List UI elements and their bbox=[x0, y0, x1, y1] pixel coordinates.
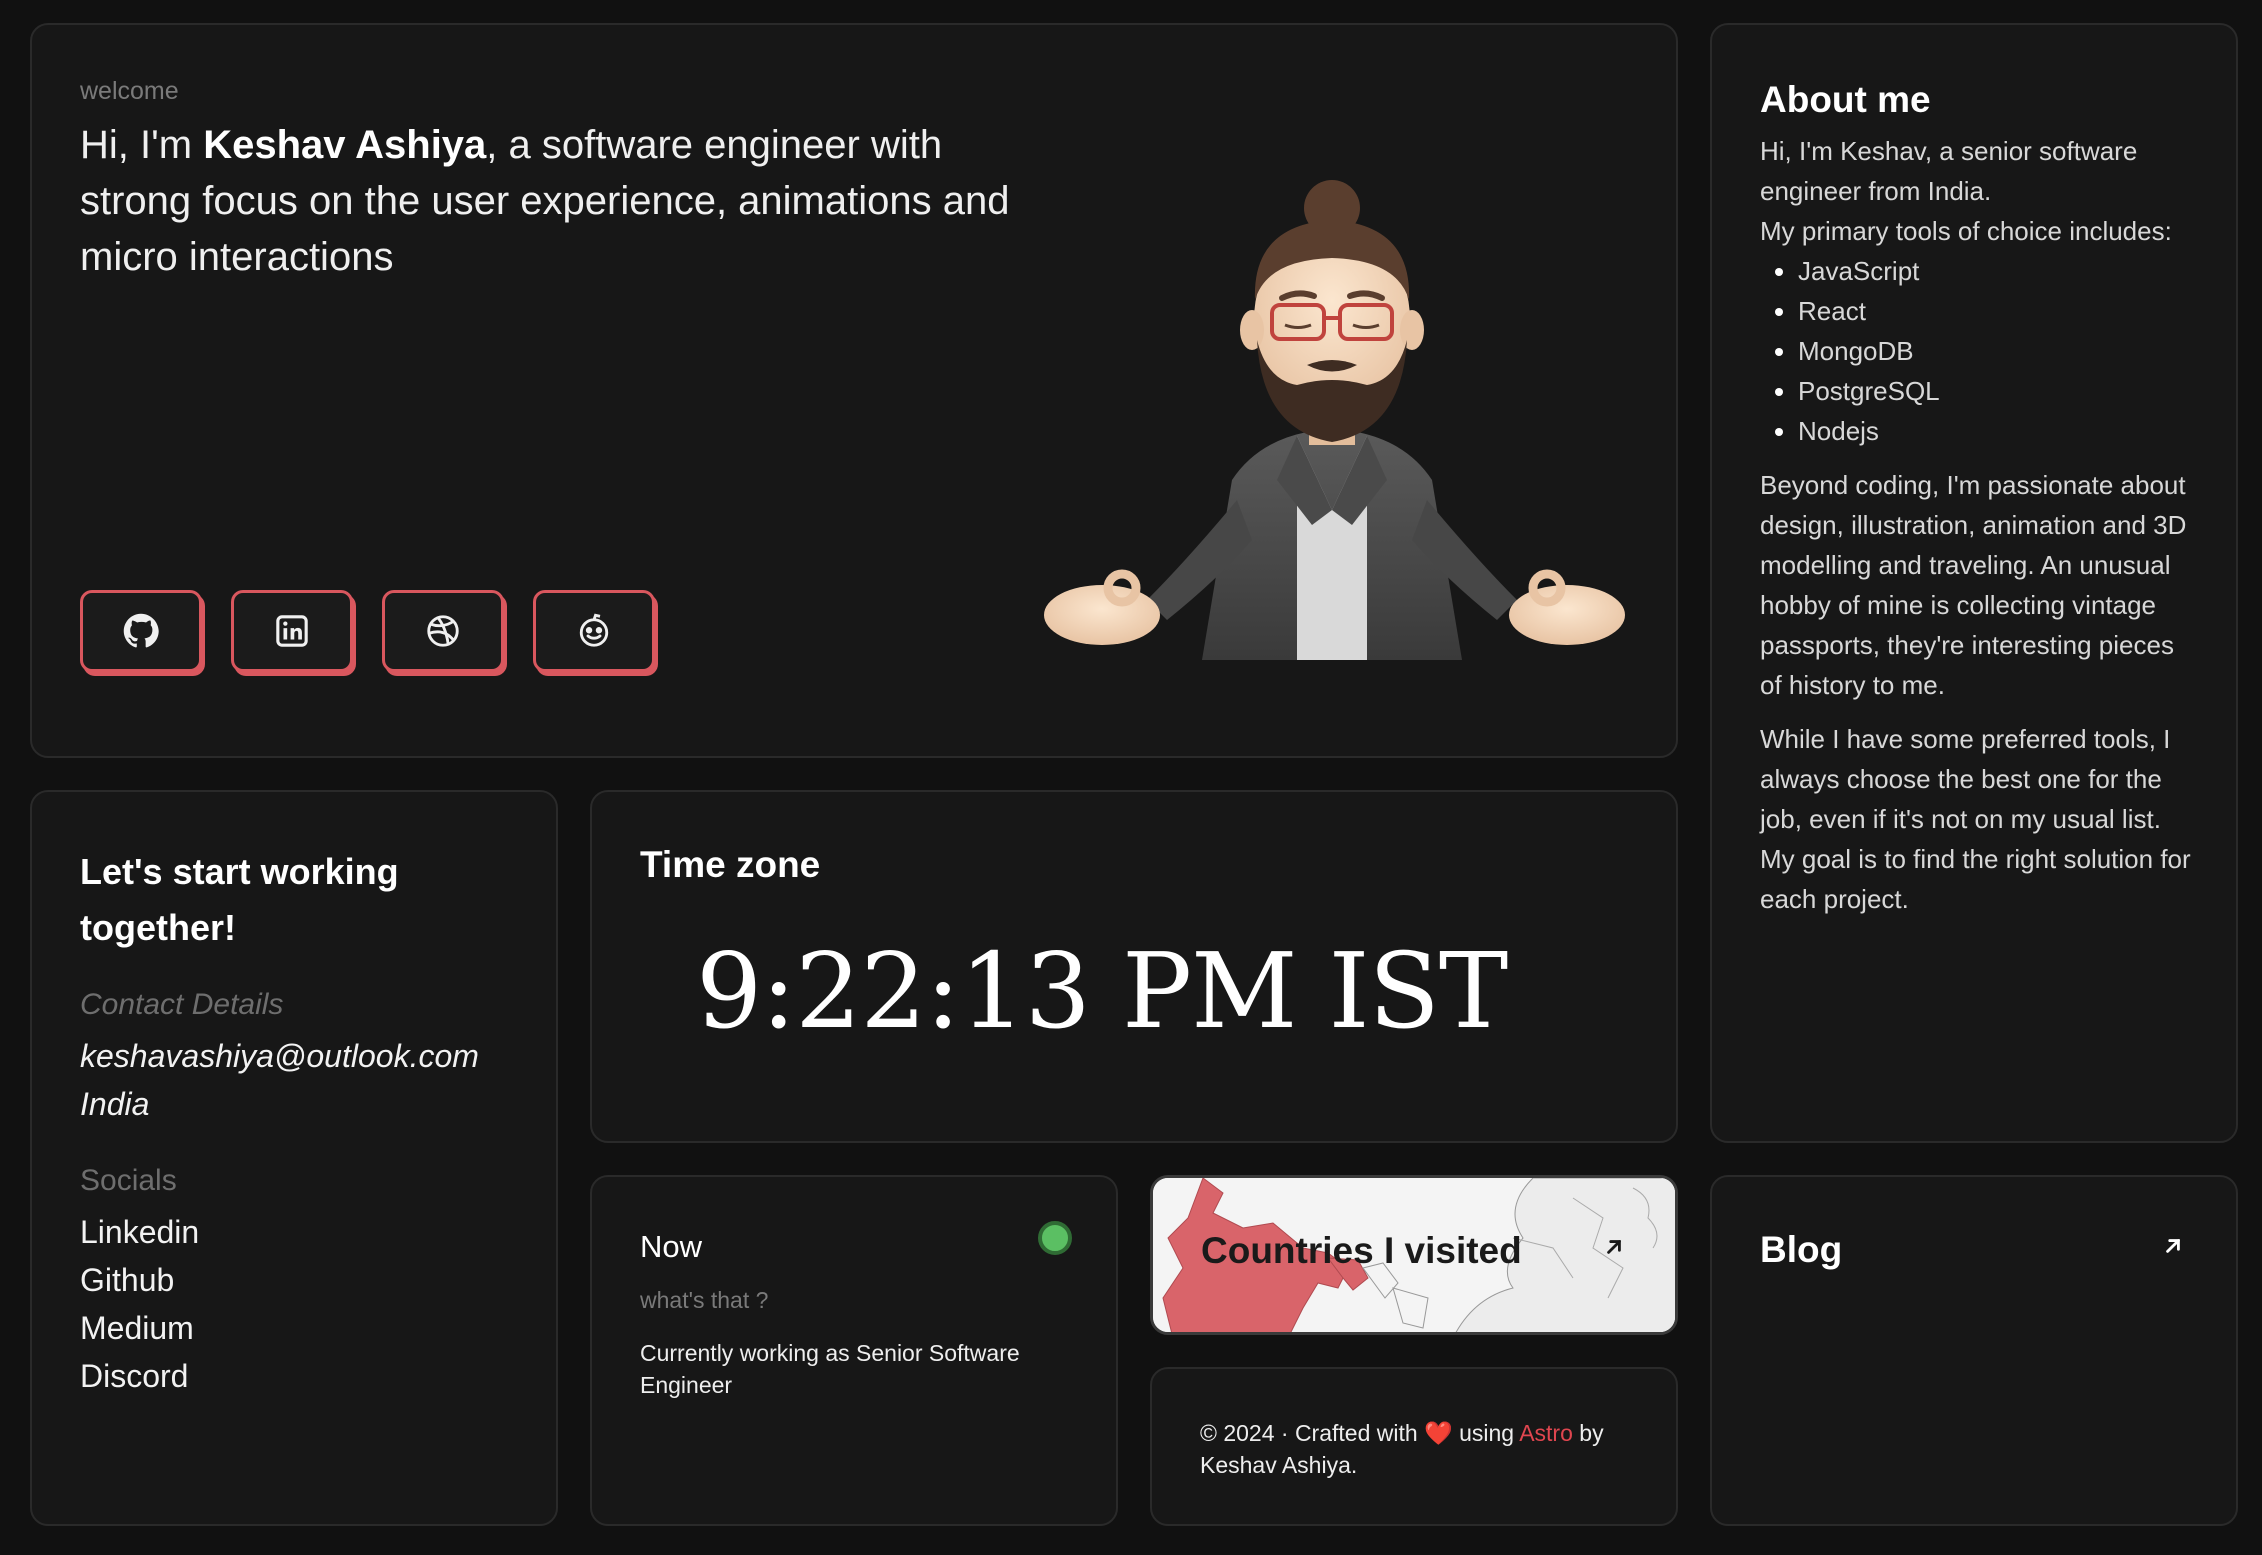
social-link-medium[interactable]: Medium bbox=[80, 1304, 199, 1352]
contact-email[interactable]: keshavashiya@outlook.com bbox=[80, 1032, 479, 1080]
tool-item: MongoDB bbox=[1798, 331, 2200, 371]
about-p4: While I have some preferred tools, I alw… bbox=[1760, 724, 2191, 914]
timezone-card: Time zone 9:22:13 PM IST bbox=[590, 790, 1678, 1143]
socials-label: Socials bbox=[80, 1164, 177, 1197]
tools-list: JavaScript React MongoDB PostgreSQL Node… bbox=[1760, 251, 2200, 451]
footer-text: © 2024 · Crafted with ❤️ using Astro by … bbox=[1200, 1417, 1640, 1481]
contact-title: Let's start working together! bbox=[80, 851, 399, 948]
social-link-github[interactable]: Github bbox=[80, 1256, 199, 1304]
intro-prefix: Hi, I'm bbox=[80, 123, 204, 167]
about-p1-text: Hi, I'm Keshav, a senior software engine… bbox=[1760, 136, 2138, 206]
status-dot bbox=[1038, 1221, 1072, 1255]
countries-title: Countries I visited bbox=[1201, 1230, 1522, 1271]
contact-details-label: Contact Details bbox=[80, 988, 284, 1021]
blog-title: Blog bbox=[1760, 1229, 1843, 1270]
footer-prefix: © 2024 · Crafted with bbox=[1200, 1420, 1418, 1446]
linkedin-icon bbox=[276, 615, 308, 647]
blog-card[interactable]: Blog bbox=[1710, 1175, 2238, 1526]
heart-icon: ❤️ bbox=[1424, 1420, 1453, 1446]
about-p2-text: My primary tools of choice includes: bbox=[1760, 216, 2172, 246]
linkedin-button[interactable] bbox=[231, 590, 353, 672]
arrow-up-right-icon bbox=[1607, 1240, 1621, 1254]
contact-details: Contact Details keshavashiya@outlook.com… bbox=[80, 988, 479, 1128]
github-button[interactable] bbox=[80, 590, 202, 672]
socials-list: Socials Linkedin Github Medium Discord bbox=[80, 1164, 199, 1400]
reddit-icon bbox=[579, 613, 609, 647]
about-p3: Beyond coding, I'm passionate about desi… bbox=[1760, 470, 2187, 700]
tool-item: PostgreSQL bbox=[1798, 371, 2200, 411]
now-subtitle: what's that ? bbox=[640, 1287, 769, 1313]
countries-card[interactable]: Countries I visited bbox=[1150, 1175, 1678, 1335]
footer-card: © 2024 · Crafted with ❤️ using Astro by … bbox=[1150, 1367, 1678, 1526]
memoji-avatar bbox=[1027, 180, 1642, 700]
now-card: Now what's that ? Currently working as S… bbox=[590, 1175, 1118, 1526]
social-link-linkedin[interactable]: Linkedin bbox=[80, 1208, 199, 1256]
tool-item: Nodejs bbox=[1798, 411, 2200, 451]
github-icon bbox=[123, 613, 159, 648]
social-link-discord[interactable]: Discord bbox=[80, 1352, 199, 1400]
tool-item: JavaScript bbox=[1798, 251, 2200, 291]
hero-intro: Hi, I'm Keshav Ashiya, a software engine… bbox=[80, 117, 1040, 285]
about-title: About me bbox=[1760, 79, 1931, 120]
contact-card: Let's start working together! Contact De… bbox=[30, 790, 558, 1526]
timezone-title: Time zone bbox=[640, 844, 821, 885]
now-title: Now bbox=[640, 1229, 703, 1264]
dribbble-button[interactable] bbox=[382, 590, 504, 672]
about-p1: Hi, I'm Keshav, a senior software engine… bbox=[1760, 131, 2200, 251]
astro-link[interactable]: Astro bbox=[1519, 1420, 1573, 1446]
arrow-up-right-icon bbox=[2166, 1239, 2180, 1253]
tool-item: React bbox=[1798, 291, 2200, 331]
contact-location: India bbox=[80, 1086, 150, 1122]
social-buttons bbox=[80, 590, 655, 672]
footer-using: using bbox=[1459, 1420, 1515, 1446]
now-text: Currently working as Senior Software Eng… bbox=[640, 1340, 1020, 1398]
dribbble-icon bbox=[427, 615, 459, 647]
welcome-label: welcome bbox=[80, 77, 179, 105]
hero-card: welcome Hi, I'm Keshav Ashiya, a softwar… bbox=[30, 23, 1678, 758]
about-card: About me Hi, I'm Keshav, a senior softwa… bbox=[1710, 23, 2238, 1143]
reddit-button[interactable] bbox=[533, 590, 655, 672]
timezone-clock: 9:22:13 PM IST bbox=[696, 930, 1508, 1052]
hero-name: Keshav Ashiya bbox=[203, 123, 487, 167]
